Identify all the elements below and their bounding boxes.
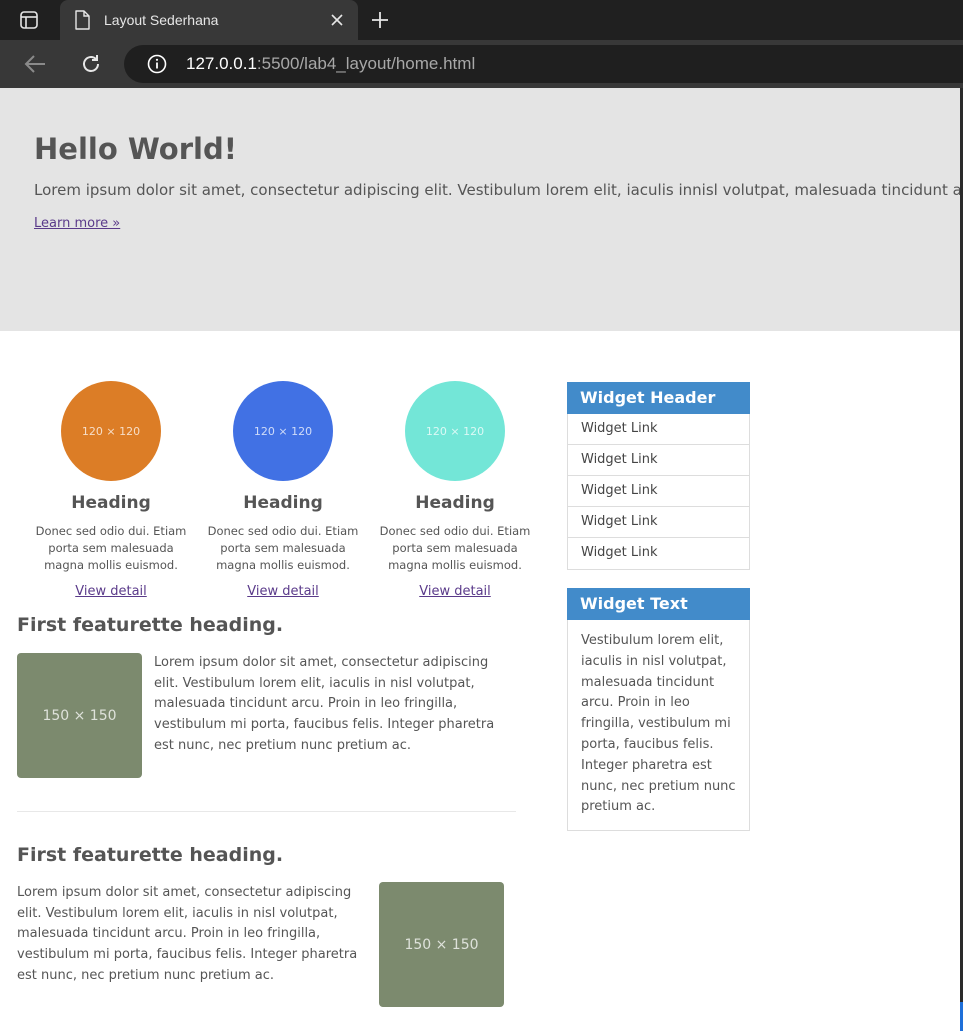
column-text: Donec sed odio dui. Etiam porta sem male… [207,524,359,572]
widget-link[interactable]: Widget Link [568,476,749,507]
widget-link[interactable]: Widget Link [568,538,749,569]
page-viewport: Hello World! Lorem ipsum dolor sit amet,… [0,88,963,1031]
image-label: 120 × 120 [81,424,141,438]
tab-title: Layout Sederhana [104,12,219,28]
widget-body-text: Vestibulum lorem elit, iaculis in nisl v… [581,633,736,815]
jumbotron: Hello World! Lorem ipsum dolor sit amet,… [0,88,963,331]
column-text: Donec sed odio dui. Etiam porta sem male… [35,524,187,572]
image-label: 120 × 120 [253,424,313,438]
site-info-icon[interactable] [146,53,168,75]
browser-tab-bar: Layout Sederhana [0,0,963,40]
view-detail-link[interactable]: View detail [75,584,147,599]
browser-tab[interactable]: Layout Sederhana [60,0,358,40]
column-heading: Heading [243,493,323,513]
image-label: 120 × 120 [425,424,485,438]
view-detail-link[interactable]: View detail [247,584,319,599]
circle-image: 120 × 120 [405,381,505,481]
new-tab-icon[interactable] [368,8,392,32]
column-2: 120 × 120 Heading Donec sed odio dui. Et… [197,381,369,599]
featurette-text-1: Lorem ipsum dolor sit amet, consectetur … [154,655,495,753]
image-label: 150 × 150 [42,707,117,724]
column-1: 120 × 120 Heading Donec sed odio dui. Et… [25,381,197,599]
column-text: Donec sed odio dui. Etiam porta sem male… [379,524,531,572]
featurette-text-2: Lorem ipsum dolor sit amet, consectetur … [17,885,358,983]
learn-more-link[interactable]: Learn more » [34,216,120,231]
featurette-heading-1: First featurette heading. [17,614,284,636]
widget-link[interactable]: Widget Link [568,507,749,538]
widget-text: Widget Text Vestibulum lorem elit, iacul… [567,588,750,832]
image-label: 150 × 150 [404,936,479,953]
column-3: 120 × 120 Heading Donec sed odio dui. Et… [369,381,541,599]
widget-header: Widget Text [567,588,750,620]
address-bar[interactable]: 127.0.0.1:5500/lab4_layout/home.html [124,45,963,83]
featurette-heading-2: First featurette heading. [17,844,284,866]
widget-link[interactable]: Widget Link [568,445,749,476]
url-path: :5500/lab4_layout/home.html [256,54,476,73]
hero-title: Hello World! [34,132,237,166]
column-heading: Heading [415,493,495,513]
tab-actions-icon[interactable] [14,8,44,32]
featurette-divider [17,811,516,812]
page-icon [74,9,92,31]
browser-nav-bar: 127.0.0.1:5500/lab4_layout/home.html [0,40,963,88]
widget-header: Widget Header [567,382,750,414]
circle-image: 120 × 120 [61,381,161,481]
url-text: 127.0.0.1:5500/lab4_layout/home.html [186,54,475,74]
back-arrow-icon[interactable] [22,52,48,76]
column-heading: Heading [71,493,151,513]
reload-icon[interactable] [78,52,104,76]
widget-links: Widget Header Widget Link Widget Link Wi… [567,382,750,570]
close-tab-icon[interactable] [326,9,348,31]
hero-text: Lorem ipsum dolor sit amet, consectetur … [34,181,963,199]
featurette-image-2: 150 × 150 [379,882,504,1007]
view-detail-link[interactable]: View detail [419,584,491,599]
circle-image: 120 × 120 [233,381,333,481]
featurette-image-1: 150 × 150 [17,653,142,778]
url-host: 127.0.0.1 [186,54,257,73]
widget-link[interactable]: Widget Link [568,414,749,445]
